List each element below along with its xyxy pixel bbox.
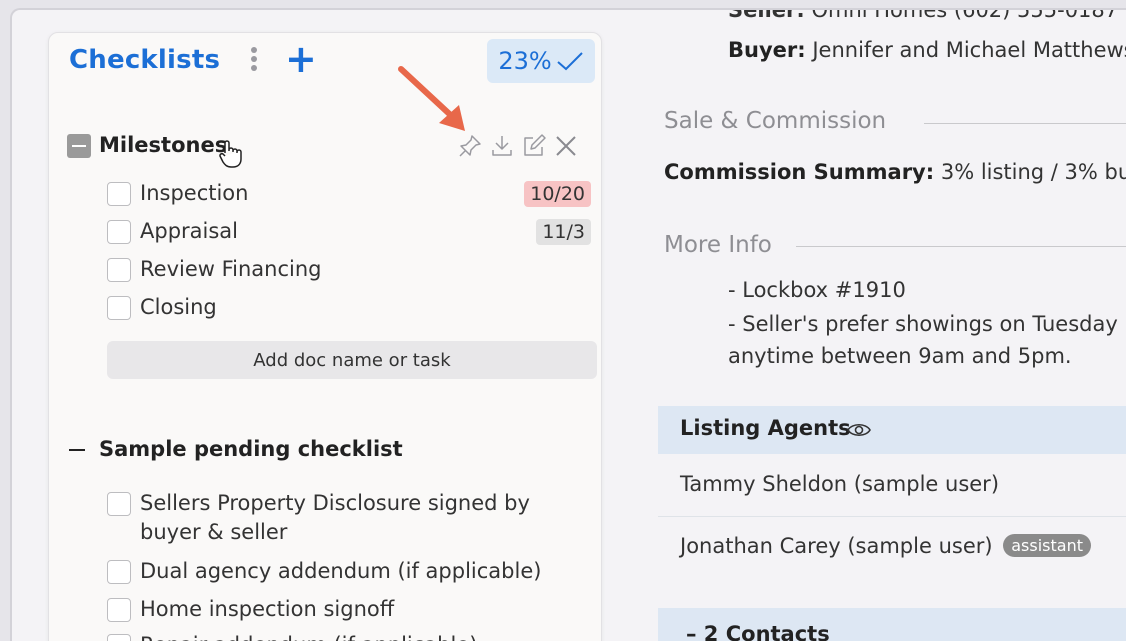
- task-label: Sellers Property Disclosure signed by bu…: [140, 491, 530, 544]
- agent-row[interactable]: Tammy Sheldon (sample user): [680, 472, 999, 496]
- listing-agents-header: Listing Agents: [658, 406, 1126, 454]
- commission-label: Commission Summary:: [664, 160, 935, 184]
- due-date-badge[interactable]: 10/20: [524, 181, 591, 207]
- more-info-line: anytime between 9am and 5pm.: [728, 344, 1072, 368]
- divider: [658, 516, 1126, 517]
- task-label: Appraisal: [140, 219, 239, 243]
- contacts-title: – 2 Contacts: [686, 622, 830, 641]
- task-checkbox[interactable]: [107, 296, 131, 320]
- checklists-title: Checklists: [69, 45, 221, 75]
- task-label: Closing: [140, 295, 217, 319]
- task-label: Repair addendum (if applicable): [140, 631, 477, 641]
- role-badge: assistant: [1003, 534, 1091, 557]
- task-row: Repair addendum (if applicable): [107, 631, 597, 641]
- divider: [924, 123, 1126, 124]
- sale-commission-heading: Sale & Commission: [664, 108, 887, 134]
- task-label: Dual agency addendum (if applicable): [140, 559, 542, 583]
- more-info-line: - Seller's prefer showings on Tuesday: [728, 312, 1118, 336]
- details-panel: Seller: Omni Homes (602) 555-0187 Buyer:…: [628, 10, 1126, 641]
- task-checkbox[interactable]: [107, 182, 131, 206]
- contacts-header[interactable]: – 2 Contacts: [658, 608, 1126, 641]
- buyer-row: Buyer: Jennifer and Michael Matthews: [728, 38, 1126, 62]
- commission-row: Commission Summary: 3% listing / 3% buye…: [664, 160, 1126, 184]
- task-label: Inspection: [140, 181, 249, 205]
- task-row: Appraisal 11/3: [107, 217, 597, 247]
- task-row: Review Financing: [107, 255, 597, 285]
- agent-name: Jonathan Carey (sample user): [680, 534, 993, 558]
- agent-row[interactable]: Jonathan Carey (sample user) assistant: [680, 534, 1091, 558]
- checklist-panel: Checklists + 23% Milestones Inspection 1…: [48, 32, 602, 641]
- due-date-badge[interactable]: 11/3: [536, 219, 591, 245]
- annotation-arrow-icon: [398, 66, 465, 131]
- sample-checklist-title[interactable]: Sample pending checklist: [99, 437, 403, 461]
- task-checkbox[interactable]: [107, 258, 131, 282]
- eye-icon[interactable]: [846, 420, 872, 440]
- agent-name: Tammy Sheldon (sample user): [680, 472, 1000, 496]
- more-info-line: - Lockbox #1910: [728, 278, 906, 302]
- add-task-input[interactable]: Add doc name or task: [107, 341, 597, 379]
- add-checklist-button[interactable]: +: [285, 39, 317, 79]
- check-icon: [557, 52, 583, 71]
- more-info-heading: More Info: [664, 232, 772, 258]
- milestones-header: Milestones: [67, 129, 587, 168]
- commission-value: 3% listing / 3% buyer: [940, 160, 1126, 184]
- milestones-title[interactable]: Milestones: [99, 133, 227, 157]
- seller-value: Omni Homes (602) 555-0187: [811, 10, 1119, 22]
- download-icon[interactable]: [489, 133, 515, 159]
- task-row: Inspection 10/20: [107, 179, 597, 209]
- app-frame: Checklists + 23% Milestones Inspection 1…: [10, 8, 1126, 641]
- task-label: Review Financing: [140, 257, 322, 281]
- task-checkbox[interactable]: [107, 598, 131, 622]
- seller-label: Seller:: [728, 10, 805, 22]
- task-row: Dual agency addendum (if applicable): [107, 557, 597, 587]
- task-checkbox[interactable]: [107, 634, 131, 641]
- progress-percent: 23%: [498, 47, 552, 75]
- hand-pointer-cursor-icon: [219, 140, 242, 168]
- task-row: Home inspection signoff: [107, 595, 597, 625]
- buyer-value: Jennifer and Michael Matthews: [812, 38, 1126, 62]
- close-icon[interactable]: [553, 133, 579, 159]
- seller-row: Seller: Omni Homes (602) 555-0187: [728, 10, 1118, 22]
- task-row: Sellers Property Disclosure signed by bu…: [107, 489, 597, 549]
- task-checkbox[interactable]: [107, 492, 131, 516]
- buyer-label: Buyer:: [728, 38, 806, 62]
- edit-icon[interactable]: [521, 133, 547, 159]
- divider: [796, 246, 1126, 247]
- collapse-sample-checklist-button[interactable]: [69, 449, 85, 451]
- collapse-milestones-button[interactable]: [67, 134, 91, 158]
- task-row: Closing: [107, 293, 597, 323]
- task-checkbox[interactable]: [107, 220, 131, 244]
- progress-chip: 23%: [487, 39, 595, 83]
- task-label: Home inspection signoff: [140, 597, 395, 621]
- task-checkbox[interactable]: [107, 560, 131, 584]
- more-options-icon[interactable]: [249, 47, 259, 75]
- listing-agents-title: Listing Agents: [680, 416, 851, 440]
